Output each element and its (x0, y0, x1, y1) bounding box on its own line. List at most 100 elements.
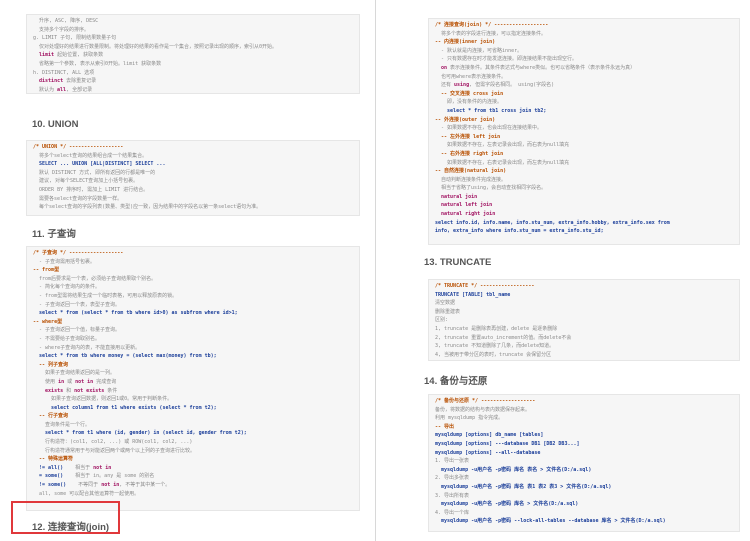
code-token: select * from (select * from tb where id… (33, 310, 238, 317)
code-token: mysqldump -u用户名 -p密码 库名 表名 > 文件名(D:/a.sq… (435, 466, 592, 473)
code-token: not in (101, 482, 120, 489)
code-line: 每个select查询的字段列表(数量、类型)应一致，因为结果中的字段名以第一条s… (33, 203, 353, 212)
code-token: -- 右外连接 right join (435, 150, 504, 157)
code-line: /* UNION */ ------------------ (33, 143, 353, 152)
code-line: ORDER BY 排序时, 需加上 LIMIT 进行结合。 (33, 186, 353, 195)
code-line: - 不需要给子查询取别名。 (33, 335, 353, 344)
code-line: 需要各select查询的字段数量一样。 (33, 195, 353, 204)
code-token: all, some 可以配合其他运算符一起使用。 (33, 490, 140, 497)
code-line: - 默认就是内连接，可省略inner。 (435, 47, 733, 56)
code-token: 如果子查询返回数据，则返回1或0。常用于判断条件。 (33, 396, 173, 403)
code-token: 4, 当被用于带分区的表时，truncate 会保留分区 (435, 351, 552, 358)
code-line: 如果数据不存在，左表记录会出现，而右表为null填充 (435, 141, 733, 150)
code-line: 将多个表的字段进行连接，可以指定连接条件。 (435, 30, 733, 39)
code-token: - 如果数据不存在，也会出现在连接结果中。 (435, 125, 543, 132)
code-line: info, extra_info where info.stu_num = ex… (435, 227, 733, 236)
code-line: mysqldump [options] ---database DB1 [DB2… (435, 440, 733, 449)
code-token: 将多个select查询的结果组合成一个结果集合。 (33, 152, 148, 159)
code-token: -- where型 (33, 318, 63, 325)
page-separator (375, 0, 376, 541)
code-token: 默认为 (33, 86, 58, 93)
code-token: 清空数据 (435, 300, 456, 307)
code-line: mysqldump [options] db_name [tables] (435, 431, 733, 440)
code-token: 还有 (435, 82, 455, 89)
code-line: mysqldump -u用户名 -p密码 库名 表名 > 文件名(D:/a.sq… (435, 466, 733, 475)
code-line: -- 内连接(inner join) (435, 38, 733, 47)
code-line: distinct 去除重复记录 (33, 77, 353, 86)
code-line: -- 自然连接(natural join) (435, 167, 733, 176)
code-line: 3. 导出所有表 (435, 492, 733, 501)
code-token: distinct (33, 78, 64, 85)
code-token: 3, truncate 不知道删除了几条，而delete知道。 (435, 343, 555, 350)
code-token: 3. 导出所有表 (435, 492, 470, 499)
code-token: 如果数据不存在，左表记录会出现，而右表为null填充 (435, 142, 570, 149)
code-token: - 默认就是内连接，可省略inner。 (435, 47, 523, 54)
code-token: , 不等于其中某一个。 (119, 482, 171, 489)
code-line: /* 连接查询(join) */ ------------------ (435, 21, 733, 30)
code-line: 删除重建表 (435, 308, 733, 317)
code-token: -- 列子查询 (33, 361, 69, 368)
code-token: /* TRUNCATE */ ------------------ (435, 283, 535, 289)
code-line: -- 行子查询 (33, 412, 353, 421)
left-page: 升序, ASC, 降序, DESC 支持多个字段的排序。 g. LIMIT 子句,… (0, 0, 360, 541)
code-line: mysqldump -u用户名 -p密码 --lock-all-tables -… (435, 517, 733, 526)
code-token: , 全部记录 (66, 86, 93, 93)
backup-code-block: /* 备份与还原 */ ------------------ 备份，将数据的结构与… (428, 394, 740, 532)
code-token: mysqldump -u用户名 -p密码 --lock-all-tables -… (435, 518, 666, 525)
code-token: mysqldump [options] db_name [tables] (435, 432, 544, 439)
code-line: select * from (select * from tb where id… (33, 309, 353, 318)
code-line: select column1 from t1 where exists (sel… (33, 404, 353, 413)
code-line: - 只有数据存在时才能发送连接。即连接结果不能出现空行。 (435, 55, 733, 64)
code-token: != some() (33, 482, 67, 489)
code-token: -- 内连接(inner join) (435, 39, 496, 46)
code-line: mysqldump -u用户名 -p密码 库名 表1 表2 表3 > 文件名(D… (435, 483, 733, 492)
code-token: exists (33, 387, 64, 394)
code-token: select column1 from t1 where exists (sel… (33, 404, 217, 411)
code-token: natural left join (435, 202, 493, 209)
code-line: 清空数据 (435, 299, 733, 308)
code-token: using (454, 82, 470, 89)
code-token: , 但需字段名相同。 using(字段名) (469, 82, 555, 89)
code-line: select * from tb where money = (select m… (33, 352, 353, 361)
code-token: /* 子查询 */ ------------------ (33, 250, 124, 256)
code-line: -- 列子查询 (33, 361, 353, 370)
code-line: /* 备份与还原 */ ------------------ (435, 397, 733, 406)
code-token: select info.id, info.name, info.stu_num,… (435, 219, 670, 226)
code-token: 支持多个字段的排序。 (33, 26, 90, 33)
code-token: 利用 mysqldump 指令完成。 (435, 415, 504, 422)
code-line: 自动判断连接条件完成连接。 (435, 176, 733, 185)
code-line: /* TRUNCATE */ ------------------ (435, 282, 733, 291)
code-token: 将多个表的字段进行连接，可以指定连接条件。 (435, 30, 547, 37)
code-token: g. LIMIT 子句, 限制结果数量子句 (33, 35, 117, 42)
subquery-code-block: /* 子查询 */ ------------------ - 子查询需用括号包裹… (26, 246, 360, 511)
code-token: -- 外连接(outer join) (435, 116, 496, 123)
code-token: 即，没有条件的内连接。 (435, 99, 503, 106)
code-line: 仅对处理好的结果进行数量限制。将处理好的结果的看作是一个集合，按照记录出现的顺序… (33, 43, 353, 52)
code-token: 省略第一个参数, 表示从索引0开始。limit 获取条数 (33, 60, 162, 67)
code-token: 删除重建表 (435, 308, 461, 315)
code-line: 建议, 对每个SELECT查询加上小括号包裹。 (33, 177, 353, 186)
code-line: 如果子查询结果返回的是一列。 (33, 369, 353, 378)
code-token: -- 特殊运算符 (33, 456, 74, 463)
code-line: 默认 DISTINCT 方式, 即所有返回的行都是唯一的 (33, 169, 353, 178)
code-line: - 子查询返回一个值，标量子查询。 (33, 326, 353, 335)
code-token: 条件 (104, 387, 118, 394)
code-token: /* UNION */ ------------------ (33, 144, 124, 150)
code-token: all (57, 86, 67, 93)
code-token: mysqldump [options] --all--database (435, 449, 541, 456)
code-line: -- 左外连接 left join (435, 133, 733, 142)
code-token: 和 (63, 387, 75, 394)
code-token: 1. 导出一张表 (435, 458, 470, 465)
code-token: select * from tb where money = (select m… (33, 353, 217, 360)
section-heading-backup: 14. 备份与还原 (424, 376, 488, 387)
code-line: TRUNCATE [TABLE] tbl_name (435, 291, 733, 300)
code-token: natural join (435, 193, 478, 200)
code-line: - from型需将结果生成一个临时表格，可用以释放原表的锁。 (33, 292, 353, 301)
code-token: -- from型 (33, 267, 60, 274)
code-line: natural left join (435, 201, 733, 210)
code-token: not exists (74, 387, 105, 394)
code-token: -- 行子查询 (33, 413, 69, 420)
code-token: 默认 DISTINCT 方式, 即所有返回的行都是唯一的 (33, 169, 156, 176)
code-line: /* 子查询 */ ------------------ (33, 249, 353, 258)
code-line: 如果数据不存在，右表记录会出现，而左表为null填充 (435, 159, 733, 168)
